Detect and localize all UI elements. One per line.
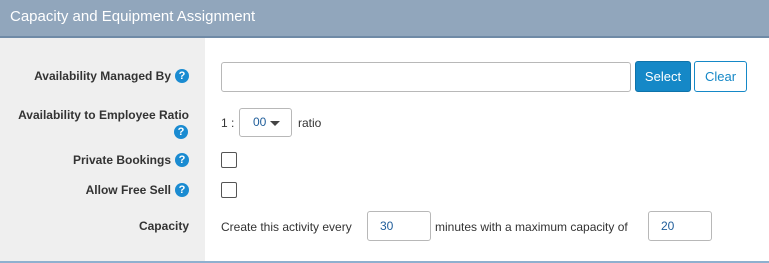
availability-managed-by-label: Availability Managed By: [34, 69, 171, 83]
ratio-value: 00: [253, 115, 267, 129]
question-circle-icon[interactable]: ?: [175, 183, 189, 197]
question-circle-icon[interactable]: ?: [175, 69, 189, 83]
allow-free-sell-label: Allow Free Sell: [85, 183, 171, 197]
question-circle-icon[interactable]: ?: [174, 125, 188, 139]
minutes-input[interactable]: 30: [367, 211, 431, 241]
caret-down-icon: [270, 121, 280, 126]
allow-free-sell-checkbox[interactable]: [221, 182, 237, 198]
private-bookings-label: Private Bookings: [72, 153, 171, 167]
ratio-label-row: Availability to Employee Ratio: [18, 108, 189, 122]
max-capacity-value: 20: [661, 219, 675, 233]
capacity-text-middle: minutes with a maximum capacity of: [435, 220, 628, 234]
panel-header: Capacity and Equipment Assignment: [0, 0, 769, 38]
question-circle-icon[interactable]: ?: [175, 153, 189, 167]
clear-button[interactable]: Clear: [694, 61, 747, 92]
private-bookings-label-row: Private Bookings ?: [73, 153, 189, 167]
ratio-label: Availability to Employee Ratio: [18, 108, 189, 122]
allow-free-sell-label-row: Allow Free Sell ?: [86, 183, 189, 197]
availability-managed-by-input[interactable]: [221, 62, 631, 92]
availability-managed-by-label-row: Availability Managed By ?: [34, 69, 189, 83]
capacity-label-row: Capacity: [139, 219, 189, 233]
ratio-prefix: 1 :: [221, 116, 235, 130]
capacity-label: Capacity: [138, 219, 189, 233]
capacity-text-before: Create this activity every: [221, 220, 352, 234]
max-capacity-input[interactable]: 20: [648, 211, 712, 241]
ratio-dropdown[interactable]: 00: [239, 108, 292, 137]
select-button[interactable]: Select: [635, 61, 691, 92]
panel-title: Capacity and Equipment Assignment: [10, 8, 256, 25]
private-bookings-checkbox[interactable]: [221, 152, 237, 168]
ratio-suffix: ratio: [298, 116, 322, 130]
minutes-value: 30: [380, 219, 394, 233]
